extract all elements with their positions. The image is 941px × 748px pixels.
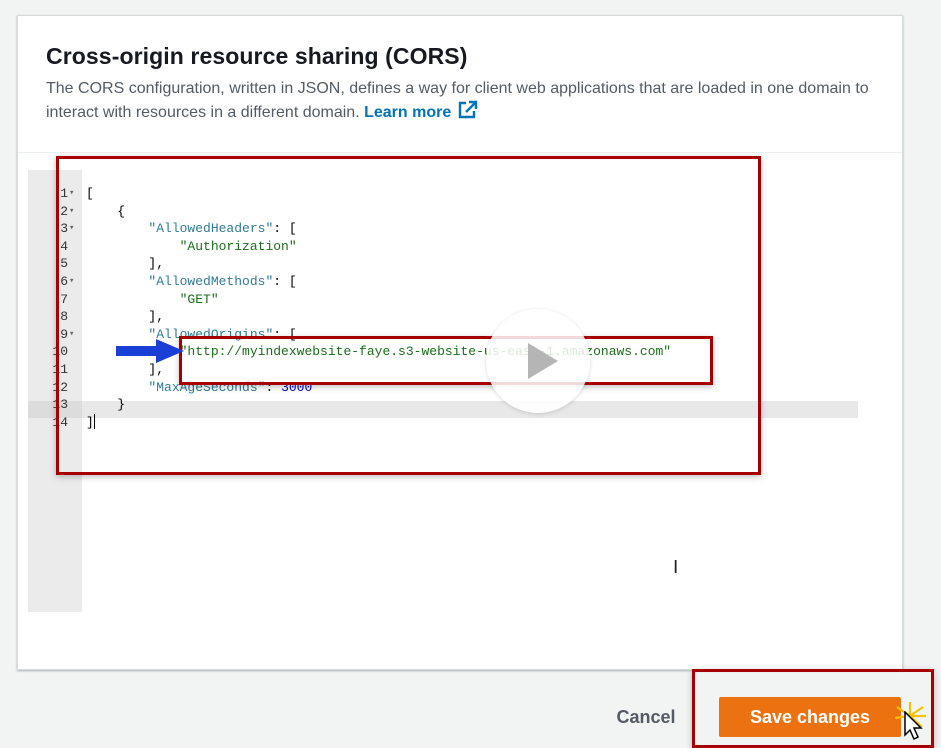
code-token: : [ xyxy=(273,274,297,289)
code-line[interactable]: 11 ], xyxy=(28,361,858,379)
code-line[interactable]: 4 "Authorization" xyxy=(28,238,858,256)
code-token: { xyxy=(86,203,126,219)
code-text: ], xyxy=(86,308,164,326)
fold-toggle-icon[interactable]: ▾ xyxy=(69,273,79,291)
text-caret xyxy=(93,413,95,429)
code-text: [ xyxy=(86,185,94,203)
code-line[interactable]: 1 ▾ [ xyxy=(28,185,858,203)
code-text: "GET" xyxy=(86,291,219,309)
page-title: Cross-origin resource sharing (CORS) xyxy=(46,43,468,69)
code-line[interactable]: 13 } xyxy=(28,396,858,414)
fold-toggle-icon[interactable]: ▾ xyxy=(69,185,79,203)
code-token: ] xyxy=(86,414,94,430)
fold-toggle-icon[interactable]: ▾ xyxy=(69,220,79,238)
code-text: "MaxAgeSeconds": 3000 xyxy=(86,379,312,397)
code-token: "AllowedHeaders" xyxy=(148,221,274,237)
line-number: 14 xyxy=(52,414,68,430)
line-number: 3 xyxy=(60,221,68,237)
code-line[interactable]: 14] xyxy=(28,413,858,432)
cancel-button[interactable]: Cancel xyxy=(606,700,686,734)
modal-header: Cross-origin resource sharing (CORS) The… xyxy=(18,16,902,153)
code-token: [ xyxy=(86,186,94,201)
code-line[interactable]: 5 ], xyxy=(28,255,858,273)
code-line[interactable]: 7 "GET" xyxy=(28,291,858,309)
fold-toggle-icon[interactable]: ▾ xyxy=(69,326,79,344)
code-text: ] xyxy=(86,413,95,432)
line-number: 7 xyxy=(60,291,68,307)
description: The CORS configuration, written in JSON,… xyxy=(46,78,876,127)
code-text: { xyxy=(86,203,125,221)
line-number: 13 xyxy=(52,397,68,413)
code-text: ], xyxy=(86,255,164,273)
line-number: 12 xyxy=(52,379,68,395)
fold-toggle-icon[interactable]: ▾ xyxy=(69,203,79,221)
code-text: ], xyxy=(86,361,164,379)
learn-more-label: Learn more xyxy=(364,104,452,121)
line-number: 1 xyxy=(60,186,68,201)
code-text: "AllowedHeaders": [ xyxy=(86,220,297,238)
line-number: 5 xyxy=(60,256,68,272)
line-number: 9 xyxy=(60,326,68,342)
play-icon[interactable] xyxy=(486,309,590,413)
code-token: 3000 xyxy=(281,379,313,395)
code-token: } xyxy=(86,397,126,413)
text-cursor-icon: I xyxy=(673,557,679,578)
code-text: "Authorization" xyxy=(86,238,297,256)
line-number: 4 xyxy=(60,238,68,254)
code-token: : [ xyxy=(273,326,297,342)
code-token: ], xyxy=(86,256,165,272)
code-line[interactable]: 8 ], xyxy=(28,308,858,326)
code-text: "AllowedMethods": [ xyxy=(86,273,297,291)
code-token: "AllowedMethods" xyxy=(148,274,274,289)
line-number: 8 xyxy=(60,309,68,325)
code-line[interactable]: 2 ▾ { xyxy=(28,203,858,221)
code-text: } xyxy=(86,396,125,414)
save-changes-button[interactable]: Save changes xyxy=(719,697,901,737)
line-number: 10 xyxy=(52,344,68,360)
code-token: "http://myindexwebsite-faye.s3-website-u… xyxy=(179,344,672,360)
arrow-right-icon xyxy=(116,339,184,363)
mouse-pointer-icon xyxy=(904,711,923,741)
learn-more-link[interactable]: Learn more xyxy=(364,100,479,121)
code-token: ], xyxy=(86,309,165,325)
line-number: 6 xyxy=(60,274,68,289)
code-token: : [ xyxy=(273,221,297,237)
code-line[interactable]: 12 "MaxAgeSeconds": 3000 xyxy=(28,379,858,397)
code-token: : xyxy=(265,379,282,395)
code-line[interactable]: 3 ▾ "AllowedHeaders": [ xyxy=(28,220,858,238)
code-line[interactable]: 6 ▾ "AllowedMethods": [ xyxy=(28,273,858,291)
line-number: 11 xyxy=(52,362,68,377)
code-token: "MaxAgeSeconds" xyxy=(148,379,266,395)
line-number: 2 xyxy=(60,203,68,219)
code-token: "Authorization" xyxy=(179,238,297,254)
external-link-icon xyxy=(457,100,479,127)
json-code-editor[interactable]: 1 ▾[2 ▾ {3 ▾ "AllowedHeaders": [4 "Authoriz… xyxy=(28,170,858,612)
code-token: ], xyxy=(86,362,165,377)
code-token: "GET" xyxy=(179,291,219,307)
